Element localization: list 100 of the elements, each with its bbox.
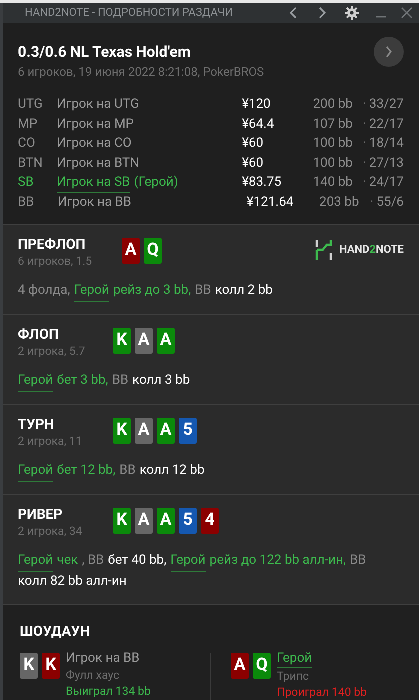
settings-icon[interactable] (345, 6, 359, 20)
chevron-right-icon (385, 46, 393, 58)
action-text: BB (195, 282, 212, 300)
playing-card: A (157, 508, 175, 534)
street-name: ФЛОП (18, 327, 60, 344)
separator-dot: · (370, 194, 374, 212)
stack-bb: 140 bb (313, 174, 354, 192)
hero-action: рейз до 122 bb алл-ин, (210, 552, 346, 570)
hero-link[interactable]: Герой (18, 551, 54, 572)
playing-card: K (20, 653, 38, 679)
logo-text: HAND2NOTE (340, 242, 404, 258)
action-text: 4 фолда, (18, 282, 70, 300)
stack-amount: ¥60 (242, 154, 265, 172)
playing-card: A (157, 418, 175, 444)
position-label: BB (18, 194, 36, 212)
hero-link[interactable]: Герой (74, 281, 110, 302)
action-text: , BB (82, 552, 104, 570)
hero-action: рейз до 3 bb, (113, 282, 192, 300)
result-text: Выиграл 134 bb (66, 683, 151, 699)
separator-dot: · (362, 96, 366, 114)
street-meta: 2 игрока, 34 (18, 524, 84, 538)
stack-amount: ¥120 (242, 96, 272, 114)
playing-card: A (122, 238, 140, 264)
window-title: HAND2NOTE - ПОДРОБНОСТИ РАЗДАЧИ (25, 4, 234, 21)
playing-card: K (113, 508, 131, 534)
player-stats: 24/17 (369, 174, 404, 192)
separator-dot: · (362, 116, 366, 134)
hand-title: 0.3/0.6 NL Texas Hold'em (18, 42, 192, 63)
player-stats: 27/13 (369, 154, 404, 172)
playing-card: K (42, 653, 60, 679)
separator-dot: · (362, 154, 366, 172)
hero-action: чек (57, 552, 78, 570)
stack-amount: ¥121.64 (246, 194, 295, 212)
playing-card: 4 (201, 508, 219, 534)
player-name: Игрок на BB (66, 651, 140, 667)
playing-card: A (135, 508, 153, 534)
playing-card: A (135, 418, 153, 444)
position-label: MP (18, 116, 39, 134)
playing-card: K (113, 418, 131, 444)
playing-card: A (135, 328, 153, 354)
hand-rank: Фулл хаус (66, 667, 121, 683)
player-name: Игрок на BTN (56, 154, 140, 172)
street-name: ТУРН (18, 417, 56, 434)
playing-card: Q (144, 238, 162, 264)
player-name: Игрок на BB (58, 194, 132, 212)
street-meta: 2 игрока, 5.7 (18, 344, 86, 358)
result-text: Проиграл 140 bb (277, 684, 368, 700)
stack-amount: ¥64.4 (242, 116, 276, 134)
hero-link[interactable]: Герой (18, 461, 54, 482)
stack-bb: 203 bb (320, 194, 360, 212)
action-text: колл 2 bb (215, 282, 273, 300)
playing-card: A (231, 653, 249, 679)
playing-card: 5 (179, 508, 197, 534)
player-stats: 55/6 (376, 194, 404, 212)
hand-meta: 6 игроков, 19 июня 2022 8:21:08, PokerBROS (18, 64, 266, 81)
action-text: колл 82 bb алл-ин (18, 573, 127, 591)
stack-bb: 100 bb (313, 154, 354, 172)
street-meta: 6 игроков, 1.5 (18, 254, 94, 268)
hero-action: бет 3 bb, (57, 372, 108, 390)
forward-icon[interactable] (317, 7, 327, 19)
showdown-title: ШОУДАУН (20, 623, 92, 642)
hero-action: бет 12 bb, (57, 462, 116, 480)
action-text: BB (120, 462, 136, 480)
separator-dot: · (362, 135, 366, 153)
action-text: BB (112, 372, 129, 390)
stack-bb: 200 bb (313, 96, 354, 114)
player-name[interactable]: Герой (277, 651, 312, 668)
street-meta: 2 игрока, 11 (18, 434, 84, 448)
hero-tag: (Герой) (134, 172, 178, 193)
player-name[interactable]: Игрок на SB (56, 172, 130, 193)
player-name: Игрок на MP (56, 116, 134, 134)
position-label: SB (18, 174, 35, 192)
position-label: UTG (18, 96, 44, 114)
next-button[interactable] (374, 37, 404, 67)
playing-card: K (113, 328, 131, 354)
hero-link[interactable]: Герой (18, 371, 54, 392)
separator-dot: · (362, 174, 366, 192)
position-label: BTN (18, 154, 44, 172)
street-name: ПРЕФЛОП (18, 237, 87, 254)
close-icon[interactable] (401, 7, 413, 19)
player-stats: 33/27 (369, 96, 404, 114)
stack-amount: ¥60 (242, 135, 265, 153)
back-icon[interactable] (289, 7, 299, 19)
action-text: колл 3 bb (132, 372, 190, 390)
action-text: колл 12 bb (140, 462, 205, 480)
player-name: Игрок на CO (56, 135, 132, 153)
action-text: BB (350, 552, 366, 570)
stack-bb: 100 bb (313, 135, 354, 153)
logo-icon (314, 239, 333, 261)
playing-card: Q (253, 653, 271, 679)
player-stats: 22/17 (369, 116, 404, 134)
position-label: CO (18, 135, 36, 153)
player-stats: 18/14 (369, 135, 404, 153)
street-name: РИВЕР (18, 507, 64, 524)
player-name: Игрок на UTG (56, 96, 140, 114)
playing-card: A (157, 328, 175, 354)
stack-amount: ¥83.75 (242, 174, 283, 192)
hand-rank: Трипс (277, 668, 310, 684)
playing-card: 5 (179, 418, 197, 444)
hero-link[interactable]: Герой (170, 551, 206, 572)
